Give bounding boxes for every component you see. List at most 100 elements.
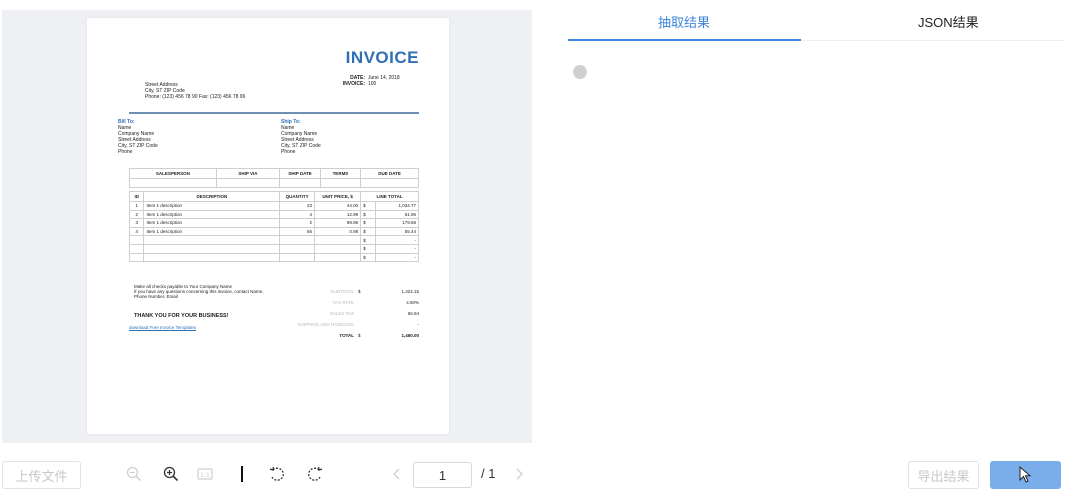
table-cell	[128, 252, 145, 263]
invoice-title: INVOICE	[345, 48, 419, 67]
table-cell: 179.58	[374, 218, 420, 228]
table-cell: Item 1 description	[143, 201, 281, 211]
shipping-table: SALESPERSON SHIP VIA SHIP DATE TERMS DUE…	[129, 168, 419, 188]
table-cell: $	[360, 235, 376, 245]
summary-label: TOTAL	[339, 333, 354, 338]
payment-note: Make all checks payable to Your Company …	[134, 284, 263, 299]
table-cell	[279, 243, 315, 254]
table-cell: 23	[279, 201, 315, 211]
table-header: QUANTITY	[279, 191, 315, 202]
table-row: 2 Item 1 description 4 12.99 $51.96	[128, 209, 420, 220]
table-cell	[128, 243, 145, 254]
table-cell	[313, 243, 362, 254]
table-row: $ -	[128, 235, 420, 245]
note-line: Phone Number, Email	[134, 294, 178, 299]
rotate-right-icon[interactable]	[306, 463, 324, 485]
table-cell: Item 1 description	[143, 218, 281, 228]
table-header: TERMS	[319, 168, 362, 179]
fit-page-icon[interactable]: 1:1	[196, 463, 214, 485]
bill-to-line: Phone	[118, 149, 133, 155]
table-cell: 89.96	[313, 218, 362, 228]
table-cell	[360, 178, 419, 188]
table-header: DUE DATE	[360, 168, 419, 179]
summary-label: TAX RATE	[332, 300, 354, 305]
result-tabs: 抽取结果 JSON结果	[568, 0, 1064, 41]
tab-json-result[interactable]: JSON结果	[918, 12, 979, 31]
table-cell: $	[360, 209, 376, 220]
table-row: 3 Item 1 description 2 89.96 $179.58	[128, 218, 420, 228]
table-row: $ -	[128, 243, 420, 254]
invoice-number-label: INVOICE:	[342, 81, 365, 87]
app-window: INVOICE DATE: June 14, 2018 INVOICE: 100 S…	[0, 0, 1080, 499]
table-cell: 4	[128, 226, 145, 237]
upload-file-button[interactable]: 上传文件	[2, 461, 81, 489]
page-number-input[interactable]: 1	[413, 462, 472, 488]
table-cell: 12.99	[313, 209, 362, 220]
rotate-left-icon[interactable]	[268, 463, 286, 485]
table-cell: -	[374, 243, 420, 254]
summary-label: SALES TAX	[329, 311, 354, 316]
table-cell: $	[360, 252, 376, 263]
table-cell: $	[360, 226, 376, 237]
divider-icon	[237, 463, 247, 485]
active-tab-indicator	[568, 39, 801, 41]
table-cell: Item 1 description	[143, 226, 281, 237]
table-header: UNIT PRICE, $	[313, 191, 362, 202]
table-cell	[279, 252, 315, 263]
header-divider	[129, 112, 419, 114]
items-table: ID DESCRIPTION QUANTITY UNIT PRICE, $ LI…	[128, 191, 420, 263]
summary-currency: $	[358, 289, 361, 294]
table-cell: 1	[128, 201, 145, 211]
download-templates-link[interactable]: download Free Invoice Templates	[129, 325, 196, 330]
export-result-button[interactable]: 导出结果	[908, 461, 979, 489]
table-header: LINE TOTAL	[360, 191, 419, 202]
sender-address: Street Address City, ST ZIP Code Phone: …	[145, 82, 245, 100]
table-cell: 0.98	[313, 226, 362, 237]
table-cell: $	[360, 201, 376, 211]
table-header: DESCRIPTION	[143, 191, 281, 202]
address-line: Phone: (123) 456 78 90 Fax: (123) 456 78…	[145, 94, 246, 100]
table-cell: 2	[279, 218, 315, 228]
table-cell: 44.00	[313, 201, 362, 211]
table-cell	[313, 235, 362, 245]
table-cell: 4	[279, 209, 315, 220]
primary-action-button[interactable]	[990, 461, 1061, 489]
summary-value: -	[417, 322, 420, 327]
bill-to-block: Bill To: Name Company Name Street Addres…	[118, 119, 158, 155]
summary-value: 1,322.15	[401, 289, 419, 294]
summary-label: SHIPPING AND HANDLING	[297, 322, 354, 327]
document-preview[interactable]: INVOICE DATE: June 14, 2018 INVOICE: 100 S…	[2, 10, 532, 443]
summary-currency: $	[358, 333, 361, 338]
next-page-icon[interactable]	[512, 463, 526, 485]
summary-value: 4.50%	[406, 300, 419, 305]
table-cell: 3	[128, 218, 145, 228]
table-header: ID	[128, 191, 145, 202]
table-row: $ -	[128, 252, 420, 263]
invoice-page: INVOICE DATE: June 14, 2018 INVOICE: 100 S…	[87, 18, 449, 434]
zoom-in-icon[interactable]	[162, 463, 180, 485]
invoice-number-value: 100	[368, 81, 377, 87]
tab-extract-result[interactable]: 抽取结果	[658, 12, 710, 31]
table-cell: -	[374, 235, 420, 245]
svg-text:1:1: 1:1	[200, 472, 210, 479]
table-cell: $	[360, 218, 376, 228]
table-row: 4 Item 1 description 56 0.98 $55.44	[128, 226, 420, 237]
table-cell	[279, 178, 321, 188]
ship-to-block: Ship To: Name Company Name Street Addres…	[281, 119, 321, 155]
ship-to-line: Phone	[281, 149, 296, 155]
page-total: / 1	[481, 466, 496, 481]
table-cell	[215, 178, 281, 188]
table-row: 1 Item 1 description 23 44.00 $1,034.77	[128, 201, 420, 211]
table-cell: 55.44	[374, 226, 420, 237]
table-header: SHIP VIA	[215, 168, 281, 179]
table-cell	[319, 178, 362, 188]
mouse-cursor-icon	[1019, 466, 1031, 483]
table-cell: 51.96	[374, 209, 420, 220]
table-cell	[129, 178, 217, 188]
prev-page-icon[interactable]	[390, 463, 404, 485]
summary-value: 1,460.00	[401, 333, 419, 338]
table-cell: 56	[279, 226, 315, 237]
invoice-meta: DATE: June 14, 2018 INVOICE: 100	[325, 75, 400, 87]
zoom-out-icon[interactable]	[125, 463, 143, 485]
table-cell	[313, 252, 362, 263]
